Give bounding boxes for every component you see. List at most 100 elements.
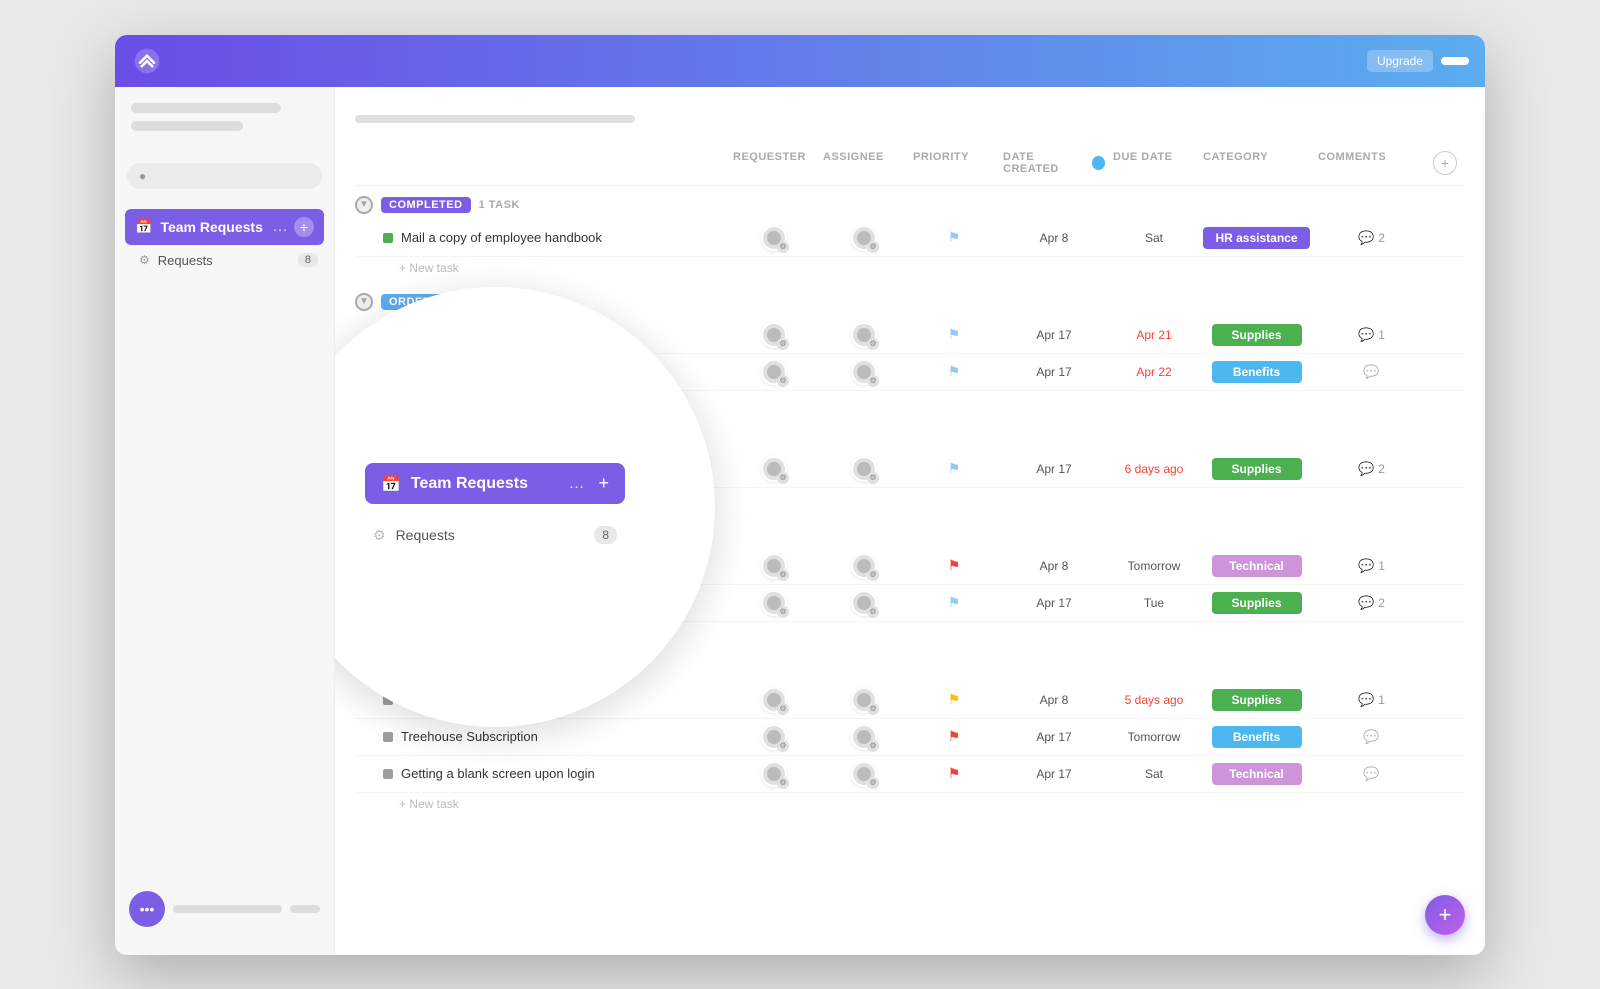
requester-cell: ⚙: [729, 724, 819, 750]
task-name: Treehouse Subscription: [401, 729, 538, 744]
col-header-add[interactable]: +: [1429, 147, 1465, 179]
requester-cell: ⚙: [729, 225, 819, 251]
col-header-date-created: DATE CREATED: [999, 147, 1109, 179]
requester-avatar: ⚙: [761, 687, 787, 713]
due-date-cell: 6 days ago: [1109, 462, 1199, 476]
sidebar-item-team-requests[interactable]: 📅 Team Requests … +: [125, 209, 324, 245]
comment-icon: 💬: [1358, 327, 1374, 343]
circle-team-requests-item[interactable]: 📅 Team Requests … +: [365, 463, 625, 504]
requester-cell: ⚙: [729, 553, 819, 579]
sidebar-skeleton: [115, 103, 334, 139]
gear-icon: ⚙: [777, 569, 789, 581]
assignee-cell: ⚙: [819, 687, 909, 713]
new-task-button[interactable]: + New task: [355, 793, 1465, 815]
priority-cell: ⚑: [909, 326, 999, 343]
due-date-cell: Apr 21: [1109, 328, 1199, 342]
category-badge: HR assistance: [1203, 227, 1309, 249]
collapse-button-completed[interactable]: ▼: [355, 196, 373, 214]
path-bar: [355, 103, 1465, 135]
assignee-cell: ⚙: [819, 359, 909, 385]
category-cell: HR assistance: [1199, 227, 1314, 249]
due-date-cell: Tue: [1109, 596, 1199, 610]
chat-button[interactable]: •••: [129, 891, 165, 927]
gear-icon: ⚙: [777, 472, 789, 484]
priority-flag: ⚑: [948, 326, 961, 343]
comments-cell: 💬1: [1314, 692, 1429, 708]
comments-cell: 💬: [1314, 364, 1429, 380]
circle-sub-count: 8: [594, 526, 617, 544]
calendar-icon: 📅: [135, 218, 152, 235]
comment-count: 2: [1378, 596, 1385, 610]
comment-count: 1: [1378, 559, 1385, 573]
requester-avatar: ⚙: [761, 553, 787, 579]
requester-cell: ⚙: [729, 687, 819, 713]
date-created-cell: Apr 17: [999, 328, 1109, 342]
more-options-button[interactable]: …: [272, 218, 288, 236]
comment-icon: 💬: [1363, 766, 1379, 782]
main-layout: ● 📅 Team Requests … + ⚙ Requests 8 •••: [115, 87, 1485, 955]
task-name: Mail a copy of employee handbook: [401, 230, 602, 245]
comment-count: 2: [1378, 462, 1385, 476]
upgrade-button[interactable]: Upgrade: [1367, 50, 1433, 72]
breadcrumb: [355, 115, 635, 123]
circle-calendar-icon: 📅: [381, 474, 401, 494]
fab-add-button[interactable]: +: [1425, 895, 1465, 935]
new-task-button[interactable]: + New task: [355, 257, 1465, 279]
section-header-completed: ▼COMPLETED1 TASK: [355, 190, 1465, 220]
priority-cell: ⚑: [909, 229, 999, 246]
due-date-cell: 5 days ago: [1109, 693, 1199, 707]
requester-avatar: ⚙: [761, 322, 787, 348]
add-column-button[interactable]: +: [1433, 151, 1457, 175]
assignee-cell: ⚙: [819, 553, 909, 579]
sort-indicator: [1092, 156, 1105, 170]
circle-settings-icon: ⚙: [373, 527, 386, 544]
category-cell: Supplies: [1199, 458, 1314, 480]
top-action-button[interactable]: [1441, 57, 1469, 65]
table-row[interactable]: Getting a blank screen upon login ⚙ ⚙ ⚑ A…: [355, 756, 1465, 793]
due-date-cell: Tomorrow: [1109, 730, 1199, 744]
requester-cell: ⚙: [729, 761, 819, 787]
gear-icon: ⚙: [867, 703, 879, 715]
task-name-cell: Mail a copy of employee handbook: [383, 230, 729, 245]
circle-sub-label: Requests: [396, 527, 585, 543]
category-cell: Supplies: [1199, 592, 1314, 614]
add-item-button[interactable]: +: [294, 217, 314, 237]
table-row[interactable]: Mail a copy of employee handbook ⚙ ⚙ ⚑Ap…: [355, 220, 1465, 257]
assignee-avatar: ⚙: [851, 761, 877, 787]
sidebar-search[interactable]: ●: [127, 163, 322, 189]
task-name-cell: Getting a blank screen upon login: [383, 766, 729, 781]
category-badge: Supplies: [1212, 689, 1302, 711]
gear-icon: ⚙: [867, 777, 879, 789]
category-cell: Technical: [1199, 555, 1314, 577]
collapse-button-ordered[interactable]: ▼: [355, 293, 373, 311]
assignee-cell: ⚙: [819, 456, 909, 482]
priority-cell: ⚑: [909, 728, 999, 745]
circle-sub-item[interactable]: ⚙ Requests 8: [365, 520, 625, 550]
sidebar-bottom: •••: [115, 879, 334, 939]
sidebar-sub-label: Requests: [158, 253, 290, 268]
category-badge: Benefits: [1212, 361, 1302, 383]
section-completed: ▼COMPLETED1 TASKMail a copy of employee …: [355, 190, 1465, 279]
gear-icon: ⚙: [867, 740, 879, 752]
date-created-cell: Apr 8: [999, 693, 1109, 707]
bottom-skeleton: [173, 905, 282, 913]
circle-plus[interactable]: +: [598, 473, 609, 494]
priority-flag: ⚑: [948, 557, 961, 574]
category-cell: Benefits: [1199, 361, 1314, 383]
priority-cell: ⚑: [909, 557, 999, 574]
sidebar-item-requests[interactable]: ⚙ Requests 8: [115, 245, 334, 276]
task-name-cell: Treehouse Subscription: [383, 729, 729, 744]
date-created-cell: Apr 17: [999, 767, 1109, 781]
comment-count: 1: [1378, 693, 1385, 707]
comments-cell: 💬1: [1314, 558, 1429, 574]
category-badge: Supplies: [1212, 592, 1302, 614]
priority-flag: ⚑: [948, 765, 961, 782]
circle-dots[interactable]: …: [568, 475, 584, 493]
requester-avatar: ⚙: [761, 590, 787, 616]
priority-flag: ⚑: [948, 594, 961, 611]
gear-icon: ⚙: [867, 338, 879, 350]
gear-icon: ⚙: [867, 472, 879, 484]
circle-team-label: Team Requests: [411, 475, 559, 493]
gear-icon: ⚙: [867, 606, 879, 618]
date-created-cell: Apr 17: [999, 596, 1109, 610]
